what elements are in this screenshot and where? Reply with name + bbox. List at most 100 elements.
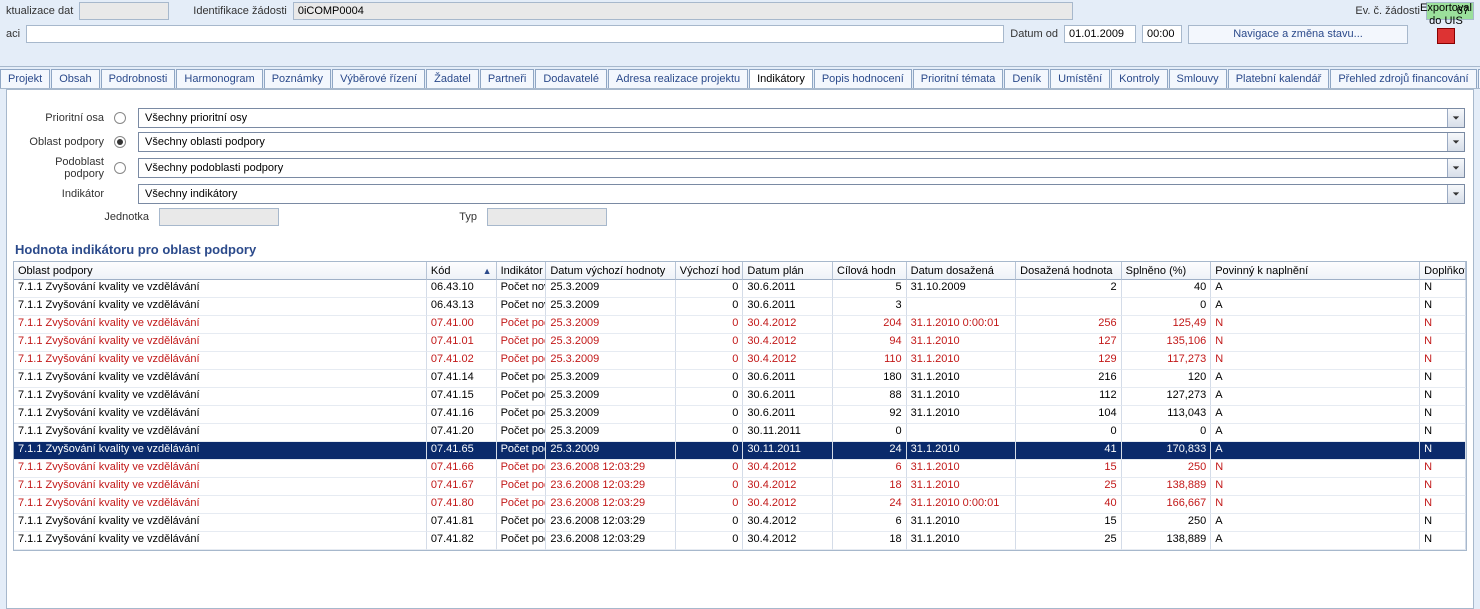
cell: 7.1.1 Zvyšování kvality ve vzdělávání [14,298,427,316]
cell: 07.41.82 [427,532,497,550]
table-row[interactable]: 7.1.1 Zvyšování kvality ve vzdělávání07.… [14,424,1466,442]
tab-popis-hodnocen-[interactable]: Popis hodnocení [814,69,912,88]
table-row[interactable]: 7.1.1 Zvyšování kvality ve vzdělávání07.… [14,514,1466,532]
tab-um-st-n-[interactable]: Umístění [1050,69,1110,88]
cell: 07.41.16 [427,406,497,424]
datum-od-field[interactable] [1064,25,1136,43]
table-row[interactable]: 7.1.1 Zvyšování kvality ve vzdělávání06.… [14,298,1466,316]
column-header[interactable]: Kód▲ [427,262,497,280]
tab-kontroly[interactable]: Kontroly [1111,69,1167,88]
tab-v-b-rov-zen-[interactable]: Výběrové řízení [332,69,425,88]
cell: 88 [833,388,907,406]
cell: Počet pod [497,352,547,370]
tab-adresa-realizace-projektu[interactable]: Adresa realizace projektu [608,69,748,88]
column-header[interactable]: Datum plán [743,262,833,280]
identifikace-field [293,2,1073,20]
time-field[interactable] [1142,25,1182,43]
cell: 30.11.2011 [743,424,833,442]
column-header[interactable]: Povinný k naplnění [1211,262,1420,280]
aktualizace-dat-field[interactable] [79,2,169,20]
cell: Počet pod [497,514,547,532]
column-header[interactable]: Datum dosažená [907,262,1016,280]
tab-prioritn-t-mata[interactable]: Prioritní témata [913,69,1004,88]
radio-oblast[interactable] [114,136,126,148]
table-row[interactable]: 7.1.1 Zvyšování kvality ve vzdělávání07.… [14,388,1466,406]
chevron-down-icon[interactable] [1447,159,1464,177]
cell: 24 [833,442,907,460]
jednotka-label: Jednotka [15,211,155,223]
aktualizace-dat-label: ktualizace dat [6,5,73,17]
cell: 07.41.01 [427,334,497,352]
chevron-down-icon[interactable] [1447,109,1464,127]
cell: 25.3.2009 [546,370,675,388]
column-header[interactable]: Dosažená hodnota [1016,262,1122,280]
tab-p-ehled-zdroj-financov-n-[interactable]: Přehled zdrojů financování [1330,69,1476,88]
column-header[interactable]: Datum výchozí hodnoty [546,262,675,280]
cell: 92 [833,406,907,424]
search-input[interactable] [26,25,1004,43]
cell: 0 [676,460,744,478]
cell: 31.1.2010 [907,460,1016,478]
table-row[interactable]: 7.1.1 Zvyšování kvality ve vzdělávání07.… [14,442,1466,460]
tab-obsah[interactable]: Obsah [51,69,99,88]
cell: 3 [833,298,907,316]
tab--adatel[interactable]: Žadatel [426,69,479,88]
column-header[interactable]: Indikátor [497,262,547,280]
table-row[interactable]: 7.1.1 Zvyšování kvality ve vzdělávání07.… [14,352,1466,370]
cell: 0 [676,514,744,532]
tab-platebn-kalend-[interactable]: Platební kalendář [1228,69,1330,88]
cell: 30.4.2012 [743,460,833,478]
table-row[interactable]: 7.1.1 Zvyšování kvality ve vzdělávání06.… [14,280,1466,298]
cell: 25.3.2009 [546,442,675,460]
column-header[interactable]: Oblast podpory [14,262,427,280]
cell: 23.6.2008 12:03:29 [546,514,675,532]
cell: 127,273 [1122,388,1212,406]
cell: 24 [833,496,907,514]
cell: 204 [833,316,907,334]
table-row[interactable]: 7.1.1 Zvyšování kvality ve vzdělávání07.… [14,370,1466,388]
tab-smlouvy[interactable]: Smlouvy [1169,69,1227,88]
combo-oblast[interactable] [138,132,1465,152]
cell: 31.1.2010 [907,370,1016,388]
export-uis-block: Exportoval do UIS [1416,2,1476,48]
chevron-down-icon[interactable] [1447,185,1464,203]
radio-podoblast[interactable] [114,162,126,174]
tab-indik-tory[interactable]: Indikátory [749,69,813,88]
cell: Počet nov [497,280,547,298]
cell: N [1420,406,1466,424]
column-header[interactable]: Výchozí hod [676,262,744,280]
cell: 250 [1122,460,1212,478]
cell: 18 [833,478,907,496]
column-header[interactable]: Cílová hodn [833,262,907,280]
column-header[interactable]: Doplňkový [1420,262,1466,280]
tab-partne-i[interactable]: Partneři [480,69,535,88]
table-row[interactable]: 7.1.1 Zvyšování kvality ve vzdělávání07.… [14,334,1466,352]
radio-prioritni-osa[interactable] [114,112,126,124]
tab-projekt[interactable]: Projekt [0,69,50,88]
cell: Počet pod [497,388,547,406]
cell: N [1420,460,1466,478]
tab-dodavatel-[interactable]: Dodavatelé [535,69,607,88]
table-row[interactable]: 7.1.1 Zvyšování kvality ve vzdělávání07.… [14,532,1466,550]
tab-harmonogram[interactable]: Harmonogram [176,69,262,88]
tab-pozn-mky[interactable]: Poznámky [264,69,331,88]
export-uis-icon[interactable] [1437,28,1455,44]
table-row[interactable]: 7.1.1 Zvyšování kvality ve vzdělávání07.… [14,496,1466,514]
tab-den-k[interactable]: Deník [1004,69,1049,88]
combo-podoblast[interactable] [138,158,1465,178]
combo-indikator[interactable] [138,184,1465,204]
column-header[interactable]: Splněno (%) [1122,262,1212,280]
table-row[interactable]: 7.1.1 Zvyšování kvality ve vzdělávání07.… [14,460,1466,478]
cell: 25.3.2009 [546,406,675,424]
cell: 31.1.2010 [907,334,1016,352]
cell: A [1211,424,1420,442]
table-row[interactable]: 7.1.1 Zvyšování kvality ve vzdělávání07.… [14,316,1466,334]
cell: Počet pod [497,424,547,442]
chevron-down-icon[interactable] [1447,133,1464,151]
table-row[interactable]: 7.1.1 Zvyšování kvality ve vzdělávání07.… [14,406,1466,424]
combo-prioritni-osa[interactable] [138,108,1465,128]
table-row[interactable]: 7.1.1 Zvyšování kvality ve vzdělávání07.… [14,478,1466,496]
cell: A [1211,406,1420,424]
nav-change-state-button[interactable]: Navigace a změna stavu... [1188,25,1408,44]
tab-podrobnosti[interactable]: Podrobnosti [101,69,176,88]
